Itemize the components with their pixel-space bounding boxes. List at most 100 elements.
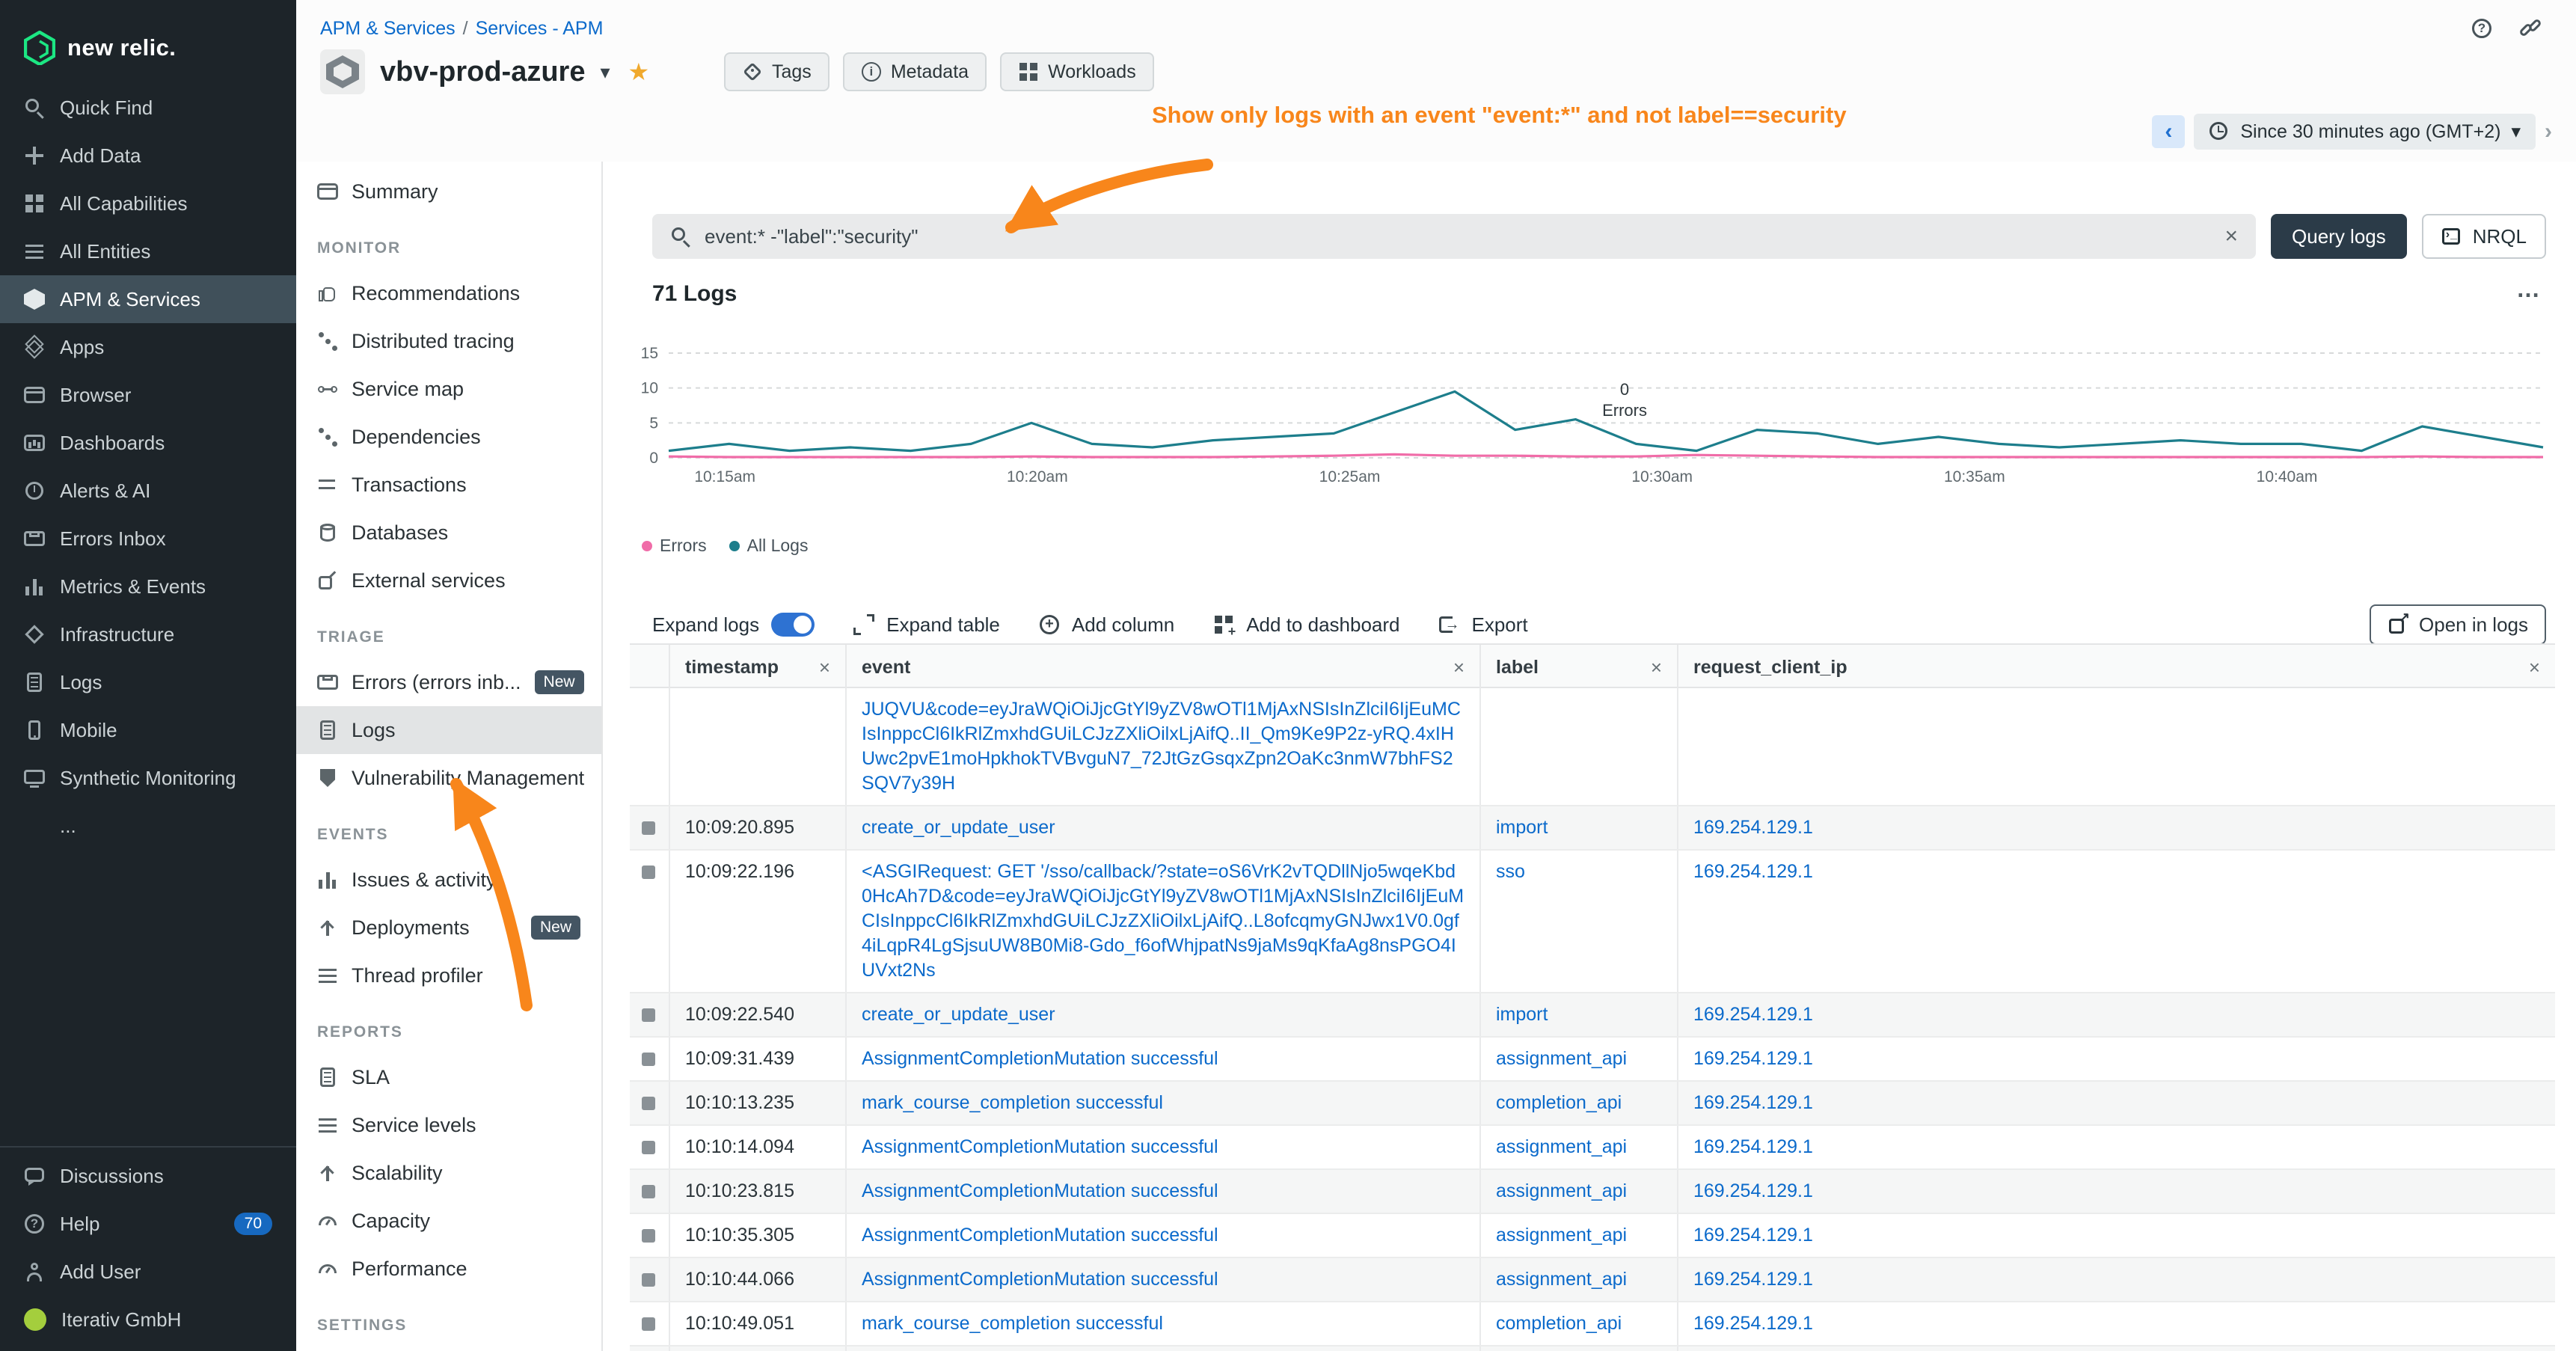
log-ip-link[interactable]: 169.254.129.1 [1693, 1225, 1813, 1246]
breadcrumb-current-link[interactable]: Services - APM [476, 18, 604, 39]
copy-permalink-icon[interactable] [2521, 18, 2546, 43]
log-search-input[interactable]: event:* -"label":"security" [652, 214, 2256, 259]
row-checkbox[interactable] [642, 1097, 655, 1110]
entity-sidebar-item-performance[interactable]: Performance [296, 1245, 601, 1293]
log-ip-link[interactable]: 169.254.129.1 [1693, 861, 1813, 882]
entity-sidebar-item-sla[interactable]: SLA [296, 1053, 601, 1101]
time-range-picker[interactable]: Since 30 minutes ago (GMT+2) [2194, 114, 2536, 150]
log-label-link[interactable]: assignment_api [1496, 1225, 1627, 1246]
clear-query-icon[interactable] [2224, 224, 2238, 249]
sidebar-item-quick-find[interactable]: Quick Find [0, 84, 296, 132]
entity-sidebar-item-recommendations[interactable]: Recommendations [296, 269, 601, 317]
sidebar-item-infrastructure[interactable]: Infrastructure [0, 610, 296, 658]
entity-sidebar-item-databases[interactable]: Databases [296, 509, 601, 557]
entity-sidebar-item-external-services[interactable]: External services [296, 557, 601, 604]
log-event-link[interactable]: create_or_update_user [862, 817, 1055, 838]
log-label-link[interactable]: assignment_api [1496, 1136, 1627, 1157]
log-ip-link[interactable]: 169.254.129.1 [1693, 1269, 1813, 1290]
entity-sidebar-item-distributed-tracing[interactable]: Distributed tracing [296, 317, 601, 365]
favorite-star-icon[interactable] [628, 58, 650, 86]
row-checkbox[interactable] [642, 1141, 655, 1154]
log-ip-link[interactable]: 169.254.129.1 [1693, 1180, 1813, 1201]
row-checkbox[interactable] [642, 1273, 655, 1287]
log-event-link[interactable]: AssignmentCompletionMutation successful [862, 1225, 1218, 1246]
expand-logs-toggle[interactable] [771, 613, 815, 637]
entity-sidebar-item-scalability[interactable]: Scalability [296, 1149, 601, 1197]
log-label-link[interactable]: assignment_api [1496, 1180, 1627, 1201]
log-ip-link[interactable]: 169.254.129.1 [1693, 1004, 1813, 1025]
log-label-link[interactable]: assignment_api [1496, 1269, 1627, 1290]
remove-label-column-icon[interactable] [1651, 656, 1662, 679]
row-checkbox[interactable] [642, 866, 655, 879]
sidebar-item-errors-inbox[interactable]: Errors Inbox [0, 515, 296, 563]
help-circle-icon[interactable] [2471, 18, 2497, 43]
entity-sidebar-item-service-map[interactable]: Service map [296, 365, 601, 413]
workloads-button[interactable]: Workloads [1000, 52, 1154, 91]
sidebar-item-mobile[interactable]: Mobile [0, 706, 296, 754]
tags-button[interactable]: Tags [724, 52, 829, 91]
log-event-link[interactable]: create_or_update_user [862, 1004, 1055, 1025]
sidebar-item-item[interactable]: ... [0, 802, 296, 850]
entity-sidebar-item-summary[interactable]: Summary [296, 168, 601, 215]
entity-sidebar-item-service-levels[interactable]: Service levels [296, 1101, 601, 1149]
log-event-link[interactable]: mark_course_completion successful [862, 1092, 1163, 1113]
log-event-link[interactable]: <ASGIRequest: GET '/sso/callback/?state=… [862, 861, 1464, 981]
sidebar-footer-item-discussions[interactable]: Discussions [0, 1152, 296, 1200]
entity-sidebar-item-transactions[interactable]: Transactions [296, 461, 601, 509]
open-in-logs-button[interactable]: Open in logs [2370, 604, 2546, 645]
sidebar-footer-item-iterativ-gmbh[interactable]: Iterativ GmbH [0, 1296, 296, 1344]
sidebar-item-add-data[interactable]: Add Data [0, 132, 296, 180]
sidebar-item-browser[interactable]: Browser [0, 371, 296, 419]
row-checkbox[interactable] [642, 821, 655, 835]
time-back-button[interactable] [2152, 115, 2185, 148]
log-ip-link[interactable]: 169.254.129.1 [1693, 1092, 1813, 1113]
log-label-link[interactable]: import [1496, 1004, 1548, 1025]
sidebar-item-apps[interactable]: Apps [0, 323, 296, 371]
row-checkbox[interactable] [642, 1008, 655, 1022]
legend-item-all-logs[interactable]: All Logs [729, 536, 809, 556]
expand-table-button[interactable]: Expand table [853, 613, 1000, 637]
row-checkbox[interactable] [642, 1185, 655, 1198]
entity-sidebar-item-vulnerability-management[interactable]: Vulnerability Management [296, 754, 601, 802]
log-label-link[interactable]: sso [1496, 861, 1525, 882]
time-forward-button[interactable] [2545, 119, 2552, 144]
sidebar-item-metrics-events[interactable]: Metrics & Events [0, 563, 296, 610]
log-label-link[interactable]: assignment_api [1496, 1048, 1627, 1069]
log-event-link[interactable]: AssignmentCompletionMutation successful [862, 1180, 1218, 1201]
entity-sidebar-item-issues-activity[interactable]: Issues & activity [296, 856, 601, 904]
log-event-link[interactable]: JUQVU&code=eyJraWQiOiJjcGtYl9yZV8wOTl1Mj… [862, 699, 1461, 794]
row-checkbox[interactable] [642, 1317, 655, 1331]
entity-sidebar-item-capacity[interactable]: Capacity [296, 1197, 601, 1245]
log-label-link[interactable]: completion_api [1496, 1313, 1622, 1334]
metadata-button[interactable]: Metadata [843, 52, 987, 91]
add-column-button[interactable]: Add column [1039, 613, 1174, 637]
remove-event-column-icon[interactable] [1453, 656, 1465, 679]
log-event-link[interactable]: mark_course_completion successful [862, 1313, 1163, 1334]
export-button[interactable]: Export [1439, 613, 1528, 637]
row-checkbox[interactable] [642, 1229, 655, 1243]
log-ip-link[interactable]: 169.254.129.1 [1693, 817, 1813, 838]
log-event-link[interactable]: AssignmentCompletionMutation successful [862, 1269, 1218, 1290]
breadcrumb-parent-link[interactable]: APM & Services [320, 18, 456, 39]
log-ip-link[interactable]: 169.254.129.1 [1693, 1313, 1813, 1334]
entity-sidebar-item-deployments[interactable]: DeploymentsNew [296, 904, 601, 952]
query-logs-button[interactable]: Query logs [2271, 214, 2407, 259]
sidebar-item-dashboards[interactable]: Dashboards [0, 419, 296, 467]
new-relic-logo[interactable]: new relic. [0, 0, 296, 84]
sidebar-item-alerts-ai[interactable]: Alerts & AI [0, 467, 296, 515]
entity-switcher-chevron-icon[interactable] [600, 61, 610, 84]
sidebar-footer-item-add-user[interactable]: Add User [0, 1248, 296, 1296]
nrql-button[interactable]: NRQL [2422, 214, 2546, 259]
log-event-link[interactable]: AssignmentCompletionMutation successful [862, 1048, 1218, 1069]
sidebar-item-logs[interactable]: Logs [0, 658, 296, 706]
add-to-dashboard-button[interactable]: Add to dashboard [1213, 613, 1399, 637]
entity-name[interactable]: vbv-prod-azure [380, 56, 585, 88]
sidebar-footer-item-help[interactable]: Help70 [0, 1200, 296, 1248]
sidebar-item-synthetic-monitoring[interactable]: Synthetic Monitoring [0, 754, 296, 802]
log-event-link[interactable]: AssignmentCompletionMutation successful [862, 1136, 1218, 1157]
entity-sidebar-item-thread-profiler[interactable]: Thread profiler [296, 952, 601, 999]
sidebar-item-apm-services[interactable]: APM & Services [0, 275, 296, 323]
entity-sidebar-item-logs[interactable]: Logs [296, 706, 601, 754]
log-ip-link[interactable]: 169.254.129.1 [1693, 1136, 1813, 1157]
sidebar-item-all-capabilities[interactable]: All Capabilities [0, 180, 296, 227]
